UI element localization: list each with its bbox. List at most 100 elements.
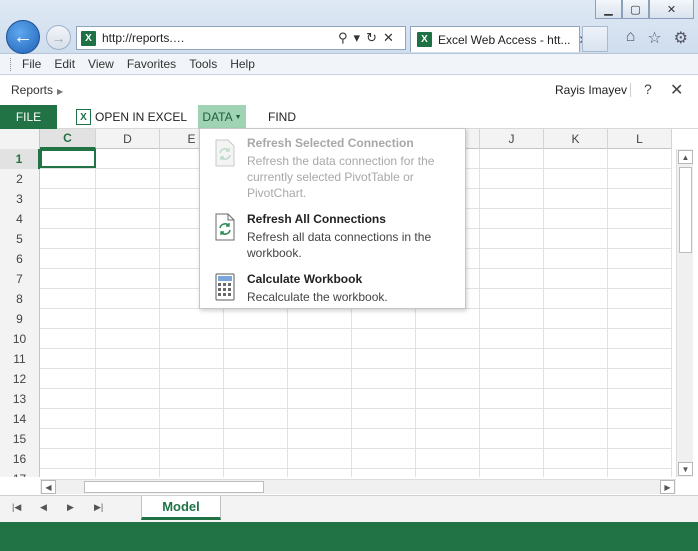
url-text[interactable]: http://reports.… bbox=[102, 31, 334, 45]
grid-cell[interactable] bbox=[480, 309, 544, 328]
row-header-3[interactable]: 3 bbox=[0, 189, 40, 209]
grid-cell[interactable] bbox=[608, 469, 672, 477]
grid-cell[interactable] bbox=[544, 389, 608, 408]
back-button[interactable]: ← bbox=[6, 20, 40, 54]
grid-cell[interactable] bbox=[608, 369, 672, 388]
grid-cell[interactable] bbox=[224, 349, 288, 368]
grid-cell[interactable] bbox=[352, 429, 416, 448]
grid-cell[interactable] bbox=[480, 249, 544, 268]
grid-cell[interactable] bbox=[288, 429, 352, 448]
help-icon[interactable]: ? bbox=[644, 81, 652, 97]
grid-cell[interactable] bbox=[608, 309, 672, 328]
grid-cell[interactable] bbox=[288, 469, 352, 477]
row-header-4[interactable]: 4 bbox=[0, 209, 40, 229]
grid-cell[interactable] bbox=[480, 389, 544, 408]
grid-cell[interactable] bbox=[480, 349, 544, 368]
prev-sheet-icon[interactable]: ◀ bbox=[40, 502, 47, 513]
home-icon[interactable]: ⌂ bbox=[626, 28, 636, 48]
grid-cell[interactable] bbox=[352, 449, 416, 468]
menu-item-refresh-selected[interactable]: Refresh Selected Connection Refresh the … bbox=[200, 135, 465, 205]
grid-cell[interactable] bbox=[416, 309, 480, 328]
menu-help[interactable]: Help bbox=[230, 57, 255, 71]
grid-cell[interactable] bbox=[288, 349, 352, 368]
row-header-9[interactable]: 9 bbox=[0, 309, 40, 329]
grid-cell[interactable] bbox=[288, 369, 352, 388]
grid-cell[interactable] bbox=[288, 449, 352, 468]
grid-cell[interactable] bbox=[416, 449, 480, 468]
grid-cell[interactable] bbox=[544, 249, 608, 268]
grid-cell[interactable] bbox=[544, 229, 608, 248]
grid-cell[interactable] bbox=[288, 309, 352, 328]
grid-cell[interactable] bbox=[40, 189, 96, 208]
grid-cell[interactable] bbox=[608, 429, 672, 448]
menu-item-calculate-workbook[interactable]: Calculate Workbook Recalculate the workb… bbox=[200, 271, 465, 305]
grid-cell[interactable] bbox=[416, 409, 480, 428]
grid-cell[interactable] bbox=[40, 329, 96, 348]
column-header-l[interactable]: L bbox=[608, 129, 672, 149]
grid-cell[interactable] bbox=[224, 329, 288, 348]
search-icon[interactable]: ⚲ bbox=[338, 30, 348, 46]
browser-tab[interactable]: X Excel Web Access - htt... ✕ bbox=[410, 26, 589, 52]
grid-cell[interactable] bbox=[224, 409, 288, 428]
grid-cell[interactable] bbox=[96, 449, 160, 468]
grid-cell[interactable] bbox=[544, 329, 608, 348]
menu-edit[interactable]: Edit bbox=[54, 57, 75, 71]
grid-cell[interactable] bbox=[96, 189, 160, 208]
favorites-star-icon[interactable]: ☆ bbox=[647, 28, 661, 48]
sheet-tab-model[interactable]: Model bbox=[141, 496, 221, 520]
last-sheet-icon[interactable]: ▶| bbox=[94, 502, 103, 513]
grid-cell[interactable] bbox=[480, 149, 544, 168]
grid-cell[interactable] bbox=[40, 369, 96, 388]
minimize-button[interactable]: ▁ bbox=[595, 0, 622, 19]
grid-cell[interactable] bbox=[96, 169, 160, 188]
grid-cell[interactable] bbox=[96, 249, 160, 268]
grid-cell[interactable] bbox=[544, 189, 608, 208]
grid-cell[interactable] bbox=[224, 309, 288, 328]
row-header-2[interactable]: 2 bbox=[0, 169, 40, 189]
scroll-right-icon[interactable]: ▶ bbox=[660, 480, 675, 494]
data-tab[interactable]: DATA ▼ bbox=[198, 105, 246, 129]
grid-cell[interactable] bbox=[40, 389, 96, 408]
grid-cell[interactable] bbox=[608, 189, 672, 208]
breadcrumb[interactable]: Reports ▶ bbox=[11, 83, 63, 97]
row-header-8[interactable]: 8 bbox=[0, 289, 40, 309]
row-header-1[interactable]: 1 bbox=[0, 149, 40, 169]
grid-cell[interactable] bbox=[608, 149, 672, 168]
grid-cell[interactable] bbox=[160, 369, 224, 388]
grid-cell[interactable] bbox=[160, 349, 224, 368]
grid-cell[interactable] bbox=[608, 229, 672, 248]
grid-cell[interactable] bbox=[96, 209, 160, 228]
grid-cell[interactable] bbox=[544, 469, 608, 477]
grid-cell[interactable] bbox=[40, 269, 96, 288]
grid-cell[interactable] bbox=[608, 449, 672, 468]
vertical-scroll-thumb[interactable] bbox=[679, 167, 692, 253]
grid-cell[interactable] bbox=[160, 309, 224, 328]
column-header-c[interactable]: C bbox=[40, 129, 96, 149]
grid-cell[interactable] bbox=[416, 349, 480, 368]
grid-cell[interactable] bbox=[96, 269, 160, 288]
grid-cell[interactable] bbox=[224, 429, 288, 448]
scroll-up-icon[interactable]: ▲ bbox=[678, 150, 693, 164]
close-icon[interactable]: ✕ bbox=[670, 80, 683, 100]
grid-cell[interactable] bbox=[416, 389, 480, 408]
window-close-button[interactable]: ✕ bbox=[649, 0, 694, 19]
grid-cell[interactable] bbox=[96, 289, 160, 308]
grid-cell[interactable] bbox=[96, 409, 160, 428]
grid-cell[interactable] bbox=[544, 149, 608, 168]
grid-cell[interactable] bbox=[40, 289, 96, 308]
menu-favorites[interactable]: Favorites bbox=[127, 57, 176, 71]
grid-cell[interactable] bbox=[544, 429, 608, 448]
menu-item-refresh-all[interactable]: Refresh All Connections Refresh all data… bbox=[200, 211, 465, 263]
grid-cell[interactable] bbox=[544, 289, 608, 308]
grid-cell[interactable] bbox=[416, 429, 480, 448]
first-sheet-icon[interactable]: |◀ bbox=[12, 502, 21, 513]
grid-cell[interactable] bbox=[608, 289, 672, 308]
grid-cell[interactable] bbox=[160, 469, 224, 477]
forward-button[interactable]: → bbox=[46, 25, 71, 50]
grid-cell[interactable] bbox=[608, 329, 672, 348]
grid-cell[interactable] bbox=[160, 389, 224, 408]
grid-cell[interactable] bbox=[352, 309, 416, 328]
horizontal-scroll-thumb[interactable] bbox=[84, 481, 264, 493]
scroll-down-icon[interactable]: ▼ bbox=[678, 462, 693, 476]
menu-file[interactable]: File bbox=[22, 57, 41, 71]
